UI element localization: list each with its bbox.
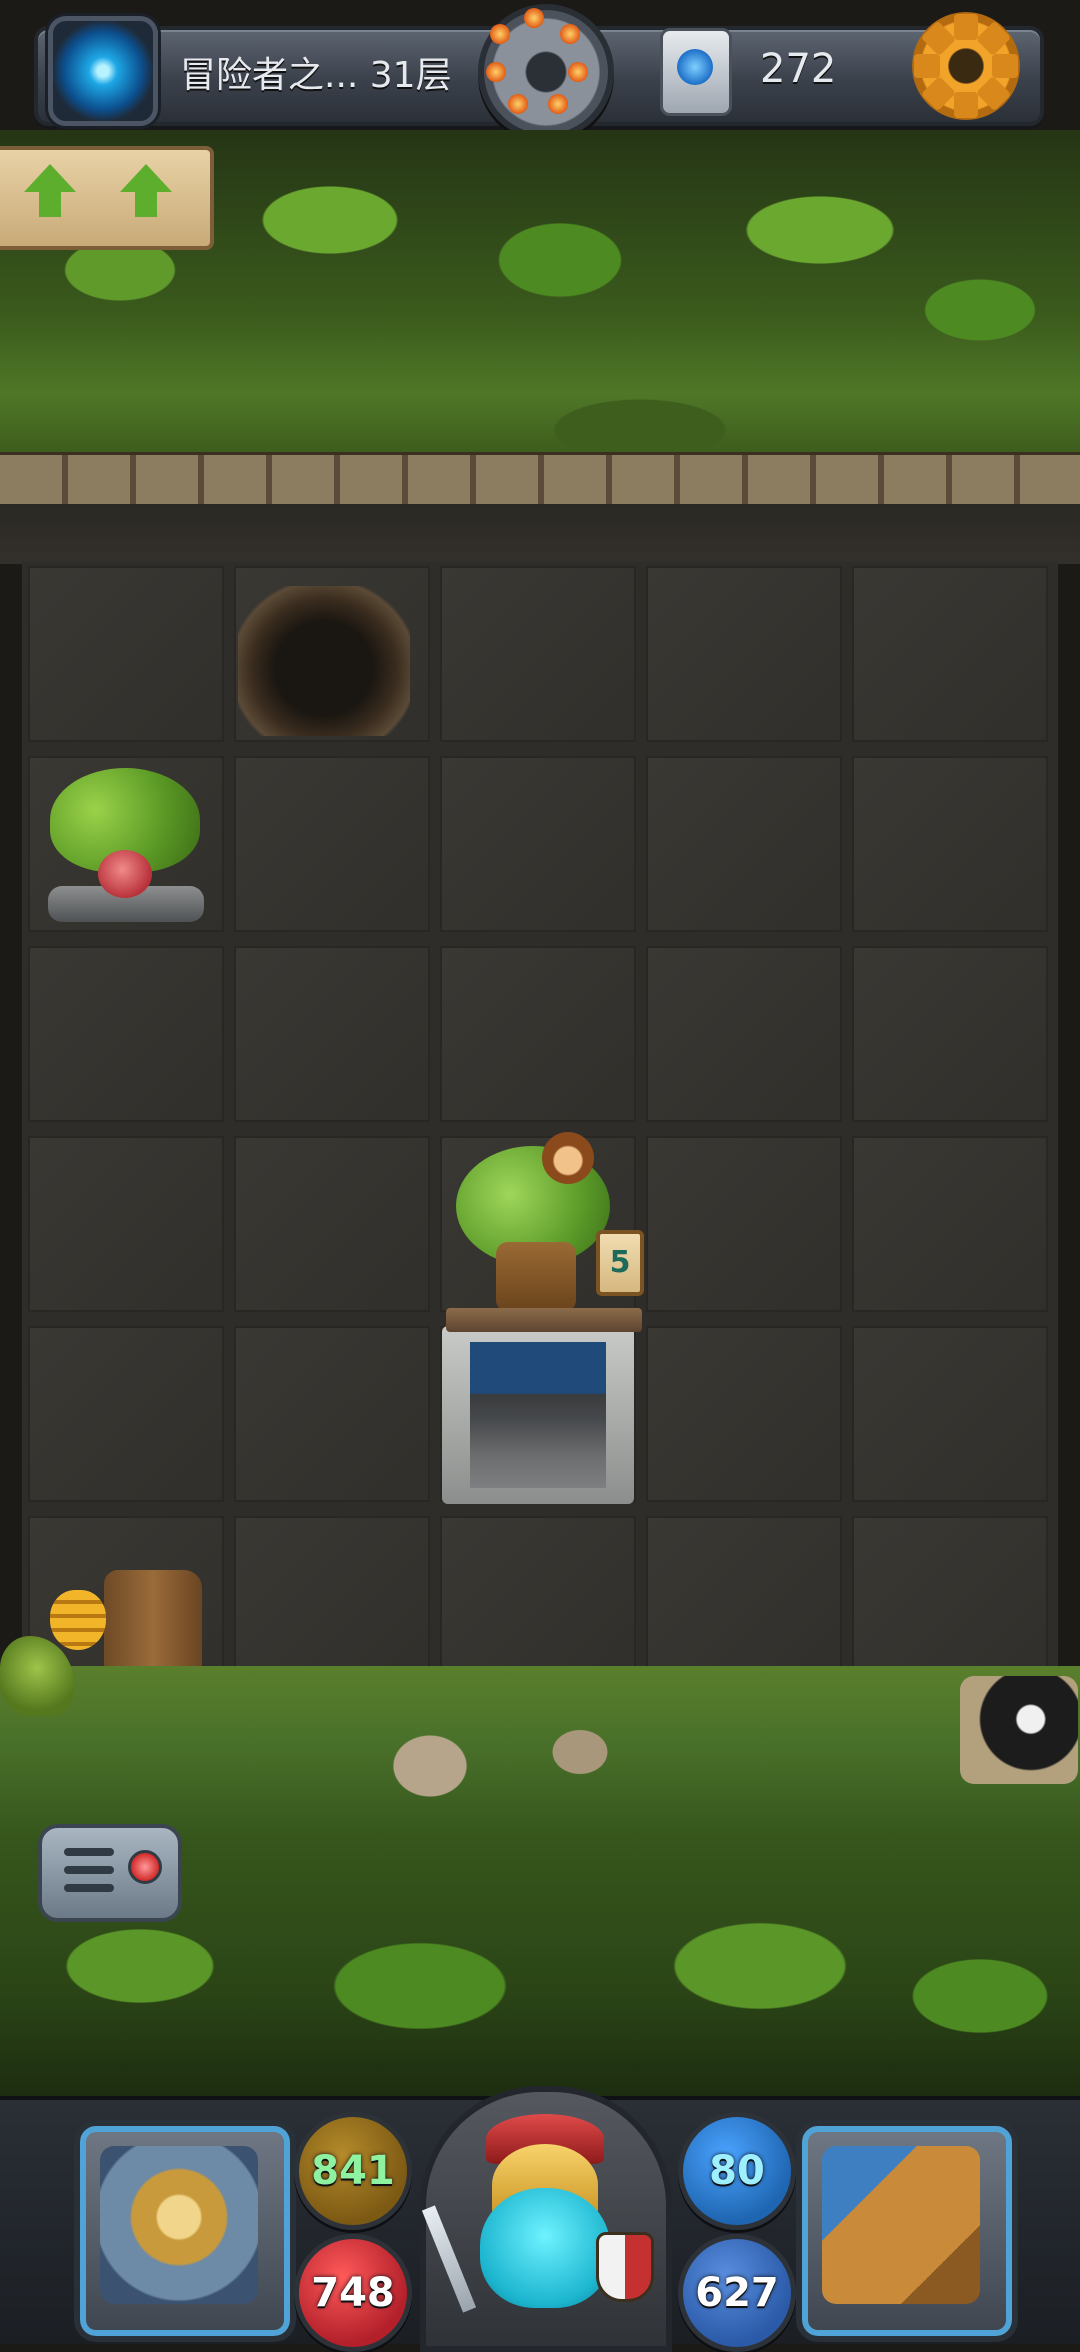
board-tile-pit[interactable] bbox=[234, 566, 430, 742]
board-tile[interactable] bbox=[234, 1136, 430, 1312]
tree-house-counter: 5 bbox=[596, 1230, 644, 1296]
game-board: 5 bbox=[22, 562, 1058, 1692]
board-tile[interactable] bbox=[28, 946, 224, 1122]
mana-stat: 627 bbox=[678, 2234, 796, 2352]
board-tile[interactable] bbox=[852, 756, 1048, 932]
hero-portrait[interactable] bbox=[420, 2086, 672, 2352]
board-tile[interactable] bbox=[646, 756, 842, 932]
spellbook-button[interactable] bbox=[796, 2120, 1018, 2342]
board-tile[interactable] bbox=[28, 566, 224, 742]
boar-bush-monster-icon bbox=[42, 758, 210, 928]
menu-list-icon[interactable] bbox=[38, 1824, 182, 1922]
stairs-down-icon bbox=[442, 1326, 634, 1504]
hp-stat: 748 bbox=[294, 2234, 412, 2352]
portal-icon[interactable] bbox=[48, 16, 158, 126]
magic-book-icon bbox=[822, 2146, 980, 2304]
board-tile[interactable] bbox=[440, 946, 636, 1122]
spider-creature-icon[interactable] bbox=[960, 1676, 1078, 1784]
defense-stat: 80 bbox=[678, 2112, 796, 2230]
attack-stat: 841 bbox=[294, 2112, 412, 2230]
floor-up-sign[interactable] bbox=[0, 146, 214, 250]
board-tile[interactable] bbox=[28, 1326, 224, 1502]
scroll-icon[interactable] bbox=[660, 28, 732, 116]
board-tile-stairs[interactable] bbox=[440, 1326, 636, 1504]
board-tile[interactable] bbox=[440, 566, 636, 742]
board-tile[interactable] bbox=[852, 1326, 1048, 1502]
board-tile[interactable] bbox=[646, 1326, 842, 1502]
equipment-button[interactable] bbox=[74, 2120, 296, 2342]
board-tile[interactable] bbox=[646, 946, 842, 1122]
monkey-tree-house-icon[interactable] bbox=[446, 1132, 642, 1332]
board-tile[interactable] bbox=[852, 566, 1048, 742]
wall-shadow bbox=[0, 504, 1080, 564]
board-tile[interactable] bbox=[234, 1326, 430, 1502]
board-tile[interactable] bbox=[646, 566, 842, 742]
board-tile-boar[interactable] bbox=[28, 756, 224, 932]
armor-shield-icon bbox=[100, 2146, 258, 2304]
board-tile[interactable] bbox=[234, 756, 430, 932]
board-tile[interactable] bbox=[646, 1136, 842, 1312]
pit-hole-icon bbox=[238, 586, 410, 736]
gear-icon[interactable] bbox=[912, 12, 1020, 120]
board-tile[interactable] bbox=[28, 1136, 224, 1312]
board-tile[interactable] bbox=[440, 756, 636, 932]
floor-label: 冒险者之... 31层 bbox=[180, 55, 452, 96]
bomb-icon[interactable] bbox=[478, 4, 614, 140]
board-tile[interactable] bbox=[852, 1136, 1048, 1312]
board-tile[interactable] bbox=[852, 946, 1048, 1122]
board-tile[interactable] bbox=[234, 946, 430, 1122]
coin-count: 272 bbox=[760, 46, 837, 92]
